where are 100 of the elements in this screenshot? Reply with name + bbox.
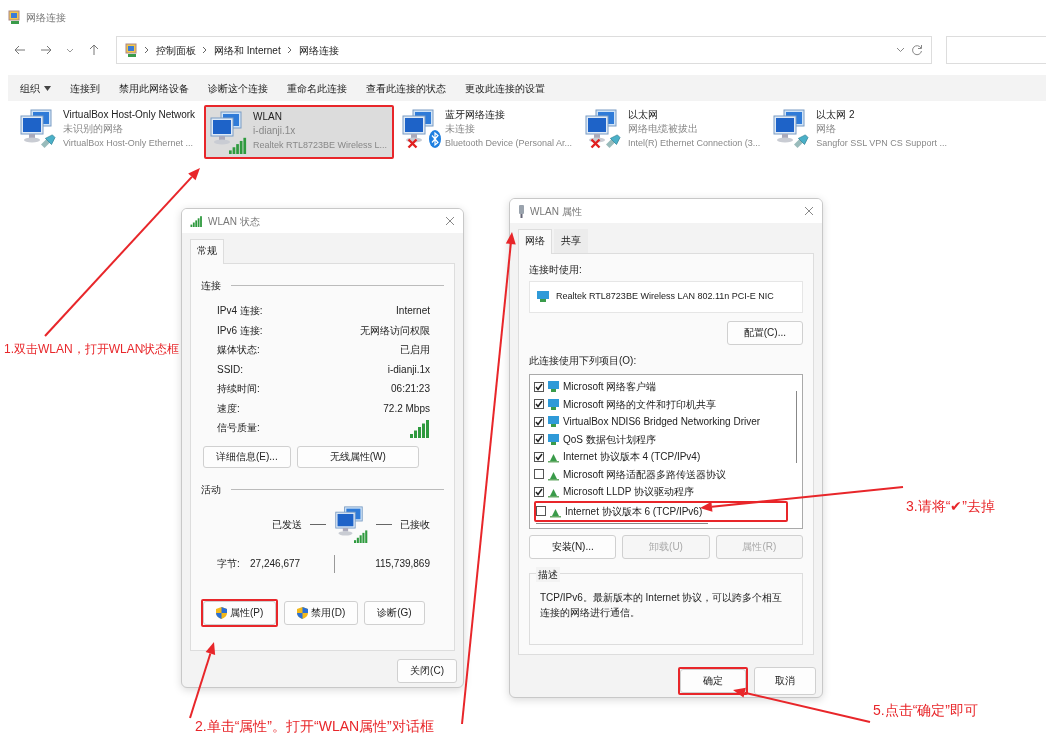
checkbox[interactable] [534, 469, 544, 480]
connection-item[interactable]: 以太网 网络电缆被拔出 Intel(R) Ethernet Connection (3... [581, 105, 766, 155]
byte-count: 115,739,869 [375, 557, 430, 571]
location-icon [125, 42, 138, 58]
command-button[interactable]: 诊断这个连接 [208, 80, 268, 96]
breadcrumb-link[interactable]: 网络和 Internet [214, 42, 281, 58]
dialog-button[interactable]: 禁用(D) [284, 600, 359, 625]
network-icon [547, 397, 560, 411]
connection-name: VirtualBox Host-Only Network [63, 108, 196, 122]
device-name: Realtek RTL8723BE Wireless L... [253, 139, 387, 152]
sent-label: 已发送 [272, 518, 302, 532]
command-button[interactable]: 更改此连接的设置 [465, 80, 545, 96]
dropdown-icon[interactable] [66, 46, 74, 54]
chevron-right-icon [202, 46, 208, 54]
list-item[interactable]: Microsoft LLDP 协议驱动程序 [534, 483, 788, 501]
command-button[interactable]: 查看此连接的状态 [366, 80, 446, 96]
up-icon[interactable] [88, 44, 100, 56]
chevron-right-icon [286, 46, 293, 54]
dialog-button[interactable]: 安装(N)... [529, 535, 617, 559]
connection-item[interactable]: 以太网 2 网络 Sangfor SSL VPN CS Support ... [769, 105, 952, 155]
connection-status: 网络电缆被拔出 [628, 122, 700, 136]
connection-item[interactable]: WLAN i-dianji.1x Realtek RTL8723BE Wireless L... [206, 107, 392, 157]
close-icon[interactable] [804, 206, 814, 216]
breadcrumb-link[interactable]: 控制面板 [156, 42, 196, 58]
network-adapter-icon [536, 290, 550, 304]
connection-item[interactable]: VirtualBox Host-Only Network 未识别的网络 VirtualBox Host-Only Ethernet ... [16, 105, 201, 155]
connection-status: 未识别的网络 [63, 122, 124, 136]
field-label: 信号质量: [217, 421, 260, 436]
search-field[interactable] [946, 36, 1046, 64]
check-icon [535, 487, 543, 496]
dialog-button[interactable]: 无线属性(W) [296, 445, 419, 468]
forward-icon[interactable] [40, 44, 52, 56]
list-item[interactable]: VirtualBox NDIS6 Bridged Networking Driver [534, 413, 788, 431]
network-computer-icon [209, 110, 244, 146]
device-name: Bluetooth Device (Personal Ar... [445, 137, 573, 150]
description-text: TCP/IPv6。最新版本的 Internet 协议，可以跨多个相互连接的网络进行通信。 [540, 591, 784, 620]
checkbox[interactable] [534, 451, 544, 462]
field-label: 速度: [217, 401, 240, 416]
list-item[interactable]: Microsoft 网络适配器多路传送器协议 [534, 465, 788, 483]
field-label: SSID: [217, 362, 244, 377]
list-item[interactable]: Microsoft 网络的文件和打印机共享 [534, 395, 788, 413]
scrollbar-thumb[interactable] [796, 391, 797, 463]
configure-button[interactable]: 配置(C)... [726, 321, 803, 345]
connection-name: WLAN [253, 110, 283, 124]
command-button[interactable]: 重命名此连接 [287, 80, 347, 96]
connection-name: 以太网 [628, 108, 660, 122]
back-icon[interactable] [14, 44, 26, 56]
chevron-down-icon[interactable] [896, 47, 905, 53]
network-computer-icon [19, 108, 53, 144]
connection-status: 网络 [816, 122, 838, 136]
section-heading: 连接 [201, 279, 221, 293]
field-label: 此连接使用下列项目(O): [529, 354, 638, 368]
refresh-icon[interactable] [911, 44, 923, 56]
usb-adapter-icon [518, 204, 525, 218]
device-name: Intel(R) Ethernet Connection (3... [628, 137, 761, 150]
close-button[interactable]: 关闭(C) [397, 659, 457, 683]
network-folder-icon [8, 9, 21, 25]
checkbox[interactable] [534, 399, 544, 410]
bluetooth-icon [429, 130, 441, 148]
signal-icon [229, 136, 248, 154]
list-item[interactable]: QoS 数据包计划程序 [534, 430, 788, 448]
close-icon[interactable] [445, 216, 455, 226]
network-computer-icon [584, 108, 619, 144]
command-button[interactable]: 禁用此网络设备 [119, 80, 189, 96]
dialog-button[interactable]: 详细信息(E)... [203, 445, 291, 468]
dialog-button[interactable]: 诊断(G) [364, 600, 425, 625]
list-item[interactable]: Internet 协议版本 6 (TCP/IPv6) [536, 502, 786, 520]
dialog-button[interactable]: 属性(P) [203, 600, 277, 625]
checkbox[interactable] [534, 381, 544, 392]
field-value: 已启用 [400, 343, 430, 358]
checkbox[interactable] [534, 416, 544, 427]
section-heading: 活动 [201, 482, 221, 497]
tab[interactable]: 网络 [518, 229, 552, 254]
field-value: 无网络访问权限 [360, 323, 430, 338]
annotation-text: 3.请将“✔”去掉 [906, 499, 995, 515]
signal-icon [354, 528, 368, 543]
checkbox[interactable] [534, 434, 544, 445]
checkbox[interactable] [534, 486, 544, 497]
item-list[interactable]: Microsoft 网络客户端 Microsoft 网络的文件和打印机共享 VirtualBox NDIS6 Bridged Networking Driver QoS 数据包计划程序 Internet 协议版本 4 (TCP/IPv4) Microsoft 网络适配器多路传送器协议 Microsoft LLDP 协议驱动程序 Internet 协议版本 6 (TCP/IPv6) [529, 374, 803, 529]
checkbox[interactable] [536, 506, 546, 517]
field-value: 72.2 Mbps [383, 401, 430, 416]
list-item[interactable]: Microsoft 网络客户端 [534, 378, 788, 396]
network-icon [547, 380, 560, 394]
cancel-button[interactable]: 取消 [754, 667, 816, 695]
field-label: IPv4 连接: [217, 304, 263, 319]
command-button[interactable]: 组织 [20, 80, 51, 96]
tab[interactable]: 常规 [190, 239, 224, 264]
connection-status: i-dianji.1x [253, 124, 297, 138]
command-button[interactable]: 连接到 [70, 80, 100, 96]
list-item[interactable]: Internet 协议版本 4 (TCP/IPv4) [534, 448, 788, 466]
breadcrumb-link[interactable]: 网络连接 [298, 42, 339, 58]
annotation-text: 2.单击“属性”。打开“WLAN属性”对话框 [195, 719, 434, 735]
field-label: 字节: [217, 557, 240, 571]
device-name: Sangfor SSL VPN CS Support ... [816, 137, 947, 150]
tab[interactable]: 共享 [554, 229, 588, 253]
connection-name: 蓝牙网络连接 [445, 108, 506, 122]
scrollbar-thumb[interactable] [536, 523, 708, 524]
annotation-text: 5.点击“确定”即可 [873, 703, 978, 719]
connection-item[interactable]: 蓝牙网络连接 未连接 Bluetooth Device (Personal Ar... [398, 105, 578, 155]
ok-button[interactable]: 确定 [680, 669, 746, 693]
